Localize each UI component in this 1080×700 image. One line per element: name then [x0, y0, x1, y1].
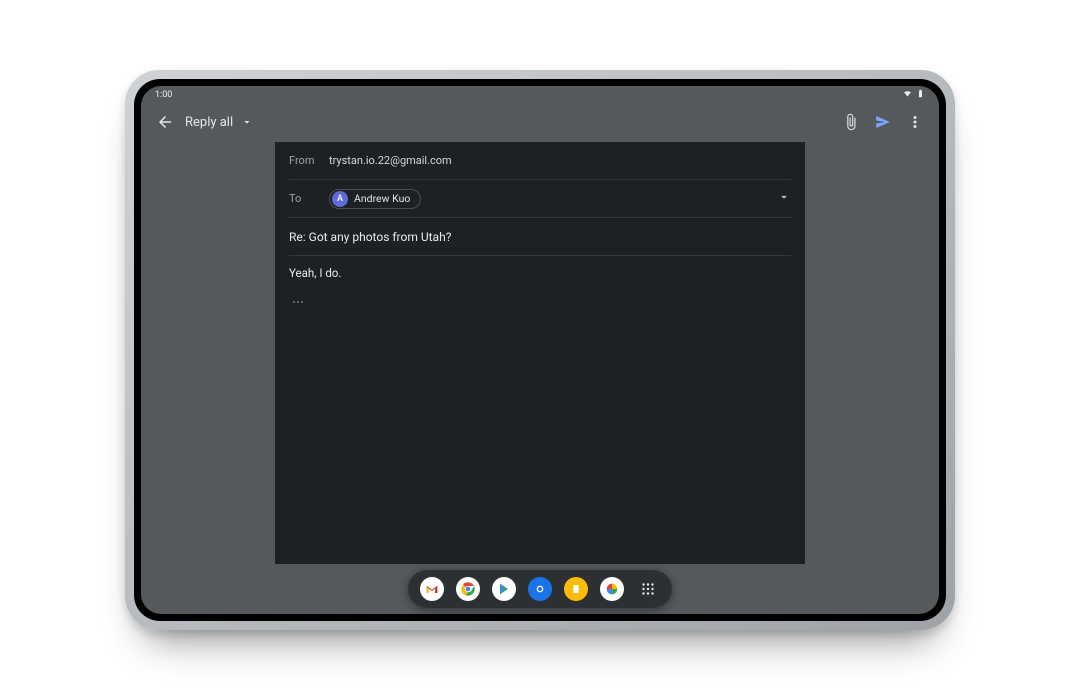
expand-recipients-button[interactable]	[777, 190, 791, 207]
battery-icon	[916, 89, 925, 101]
wifi-icon	[903, 89, 912, 101]
body-text: Yeah, I do.	[289, 266, 791, 280]
attach-button[interactable]	[835, 106, 867, 138]
from-label: From	[289, 154, 329, 167]
from-value: trystan.io.22@gmail.com	[329, 154, 791, 167]
camera-icon	[532, 581, 548, 597]
taskbar-chrome[interactable]	[456, 577, 480, 601]
taskbar	[408, 570, 672, 608]
status-time: 1:00	[155, 90, 172, 100]
send-button[interactable]	[867, 106, 899, 138]
subject-field[interactable]: Re: Got any photos from Utah?	[289, 230, 451, 244]
back-button[interactable]	[149, 106, 181, 138]
screen: 1:00 Reply all	[141, 86, 939, 614]
keep-icon	[568, 581, 584, 597]
app-bar-title: Reply all	[185, 115, 233, 130]
status-right	[903, 89, 925, 101]
gmail-icon	[424, 581, 440, 597]
chrome-icon	[460, 581, 476, 597]
compose-panel: From trystan.io.22@gmail.com To A Andrew…	[275, 142, 805, 564]
caret-down-icon	[241, 116, 253, 128]
taskbar-photos[interactable]	[600, 577, 624, 601]
to-value: A Andrew Kuo	[329, 189, 777, 209]
tablet-frame: 1:00 Reply all	[134, 79, 946, 621]
status-bar: 1:00	[141, 86, 939, 104]
taskbar-play-store[interactable]	[492, 577, 516, 601]
taskbar-app-drawer[interactable]	[636, 577, 660, 601]
recipient-avatar: A	[332, 191, 348, 207]
reply-mode-dropdown[interactable]	[235, 106, 259, 138]
tablet-bezel: 1:00 Reply all	[125, 70, 955, 630]
show-quoted-text-button[interactable]	[289, 298, 307, 306]
taskbar-keep[interactable]	[564, 577, 588, 601]
from-row[interactable]: From trystan.io.22@gmail.com	[289, 142, 791, 180]
taskbar-gmail[interactable]	[420, 577, 444, 601]
photos-icon	[604, 581, 620, 597]
stage: 1:00 Reply all	[0, 0, 1080, 700]
more-vert-icon	[906, 113, 924, 131]
to-row[interactable]: To A Andrew Kuo	[289, 180, 791, 218]
send-icon	[874, 113, 892, 131]
to-label: To	[289, 192, 329, 205]
arrow-back-icon	[156, 113, 174, 131]
overflow-menu-button[interactable]	[899, 106, 931, 138]
app-bar: Reply all	[141, 104, 939, 140]
play-store-icon	[496, 581, 512, 597]
paperclip-icon	[842, 113, 860, 131]
content-area: From trystan.io.22@gmail.com To A Andrew…	[141, 142, 939, 564]
taskbar-camera[interactable]	[528, 577, 552, 601]
chevron-down-icon	[777, 190, 791, 204]
recipient-name: Andrew Kuo	[354, 192, 410, 205]
subject-row[interactable]: Re: Got any photos from Utah?	[289, 218, 791, 256]
grid-icon	[639, 580, 657, 598]
recipient-chip[interactable]: A Andrew Kuo	[329, 189, 421, 209]
body-field[interactable]: Yeah, I do.	[289, 256, 791, 564]
